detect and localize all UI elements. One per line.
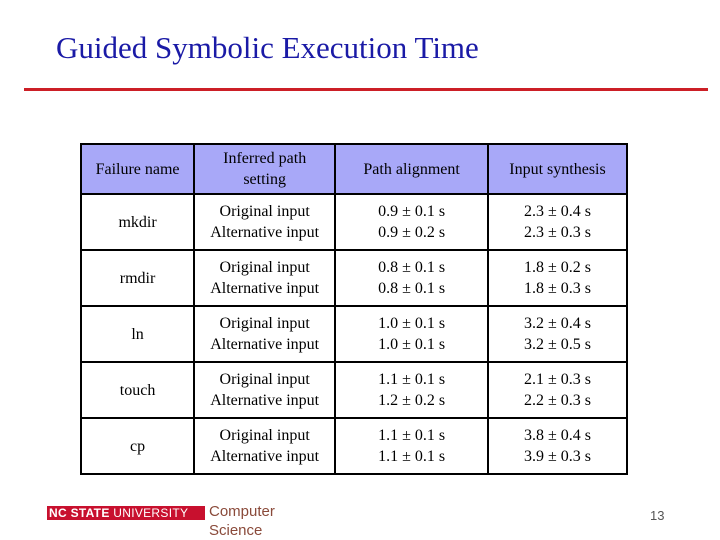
logo-bold: NC STATE xyxy=(49,506,110,520)
cell-line: 2.3 ± 0.3 s xyxy=(524,224,592,241)
cell-line: 3.2 ± 0.5 s xyxy=(524,336,592,353)
failure-name-cell: mkdir xyxy=(79,193,196,251)
cell-line: 0.9 ± 0.1 s xyxy=(378,203,446,220)
cell-line: touch xyxy=(119,381,156,399)
path-alignment-cell: 1.0 ± 0.1 s 1.0 ± 0.1 s xyxy=(334,305,490,363)
path-setting-cell: Original input Alternative input xyxy=(193,361,337,419)
cell-line: 1.8 ± 0.3 s xyxy=(524,280,592,297)
path-setting-cell: Original input Alternative input xyxy=(193,417,337,475)
path-setting-cell: Original input Alternative input xyxy=(193,193,337,251)
header-inferred-path-setting: Inferred path setting xyxy=(193,143,337,195)
cell-line: 3.2 ± 0.4 s xyxy=(524,315,592,332)
cell-line: Alternative input xyxy=(210,280,320,297)
header-line: Inferred path xyxy=(223,150,307,167)
cell-line: 3.9 ± 0.3 s xyxy=(524,448,592,465)
cell-line: 2.2 ± 0.3 s xyxy=(524,392,592,409)
cell-line: 3.8 ± 0.4 s xyxy=(524,427,592,444)
dept-line: Computer xyxy=(209,503,275,520)
failure-name-cell: cp xyxy=(79,417,196,475)
input-synthesis-cell: 3.8 ± 0.4 s 3.9 ± 0.3 s xyxy=(487,417,628,475)
path-setting-cell: Original input Alternative input xyxy=(193,249,337,307)
input-synthesis-cell: 2.1 ± 0.3 s 2.2 ± 0.3 s xyxy=(487,361,628,419)
cell-line: 0.9 ± 0.2 s xyxy=(378,224,446,241)
path-alignment-cell: 1.1 ± 0.1 s 1.2 ± 0.2 s xyxy=(334,361,490,419)
path-alignment-cell: 0.8 ± 0.1 s 0.8 ± 0.1 s xyxy=(334,249,490,307)
cell-line: 0.8 ± 0.1 s xyxy=(378,259,446,276)
cell-line: Original input xyxy=(219,259,310,276)
table-row: touch Original input Alternative input 1.1 … xyxy=(79,361,628,419)
input-synthesis-cell: 2.3 ± 0.4 s 2.3 ± 0.3 s xyxy=(487,193,628,251)
cell-line: 1.0 ± 0.1 s xyxy=(378,315,446,332)
table-header-row: Failure name Inferred path setting Path … xyxy=(79,143,628,195)
cell-line: Alternative input xyxy=(210,336,320,353)
ncsu-logo: NC STATE UNIVERSITY xyxy=(47,506,205,520)
cell-line: Alternative input xyxy=(210,448,320,465)
slide-title: Guided Symbolic Execution Time xyxy=(56,30,479,65)
cell-line: rmdir xyxy=(119,269,156,287)
cell-line: Original input xyxy=(219,203,310,220)
failure-name-cell: rmdir xyxy=(79,249,196,307)
cell-line: 1.0 ± 0.1 s xyxy=(378,336,446,353)
cell-line: Original input xyxy=(219,371,310,388)
path-alignment-cell: 0.9 ± 0.1 s 0.9 ± 0.2 s xyxy=(334,193,490,251)
title-underline xyxy=(24,88,708,91)
timing-table: Failure name Inferred path setting Path … xyxy=(79,143,628,475)
path-alignment-cell: 1.1 ± 0.1 s 1.1 ± 0.1 s xyxy=(334,417,490,475)
cell-line: mkdir xyxy=(118,213,157,231)
cell-line: 1.1 ± 0.1 s xyxy=(378,448,446,465)
header-path-alignment: Path alignment xyxy=(334,143,490,195)
cell-line: 2.1 ± 0.3 s xyxy=(524,371,592,388)
table-row: mkdir Original input Alternative input 0.9 … xyxy=(79,193,628,251)
cell-line: Original input xyxy=(219,315,310,332)
cell-line: 1.1 ± 0.1 s xyxy=(378,371,446,388)
header-line: setting xyxy=(243,171,286,188)
input-synthesis-cell: 1.8 ± 0.2 s 1.8 ± 0.3 s xyxy=(487,249,628,307)
page-number: 13 xyxy=(650,508,665,523)
header-failure-name: Failure name xyxy=(79,143,196,195)
path-setting-cell: Original input Alternative input xyxy=(193,305,337,363)
cell-line: 0.8 ± 0.1 s xyxy=(378,280,446,297)
dept-line: Science xyxy=(209,522,263,539)
cell-line: Original input xyxy=(219,427,310,444)
cell-line: 1.1 ± 0.1 s xyxy=(378,427,446,444)
cell-line: ln xyxy=(131,325,144,343)
table-row: ln Original input Alternative input 1.0 ± 0… xyxy=(79,305,628,363)
department-name: Computer Science xyxy=(209,502,275,540)
table-row: rmdir Original input Alternative input 0.8 … xyxy=(79,249,628,307)
logo-rest: UNIVERSITY xyxy=(109,506,189,520)
cell-line: cp xyxy=(130,437,146,455)
cell-line: 1.2 ± 0.2 s xyxy=(378,392,446,409)
cell-line: Alternative input xyxy=(210,224,320,241)
failure-name-cell: ln xyxy=(79,305,196,363)
input-synthesis-cell: 3.2 ± 0.4 s 3.2 ± 0.5 s xyxy=(487,305,628,363)
header-input-synthesis: Input synthesis xyxy=(487,143,628,195)
failure-name-cell: touch xyxy=(79,361,196,419)
cell-line: 2.3 ± 0.4 s xyxy=(524,203,592,220)
table-row: cp Original input Alternative input 1.1 ± 0… xyxy=(79,417,628,475)
cell-line: 1.8 ± 0.2 s xyxy=(524,259,592,276)
cell-line: Alternative input xyxy=(210,392,320,409)
